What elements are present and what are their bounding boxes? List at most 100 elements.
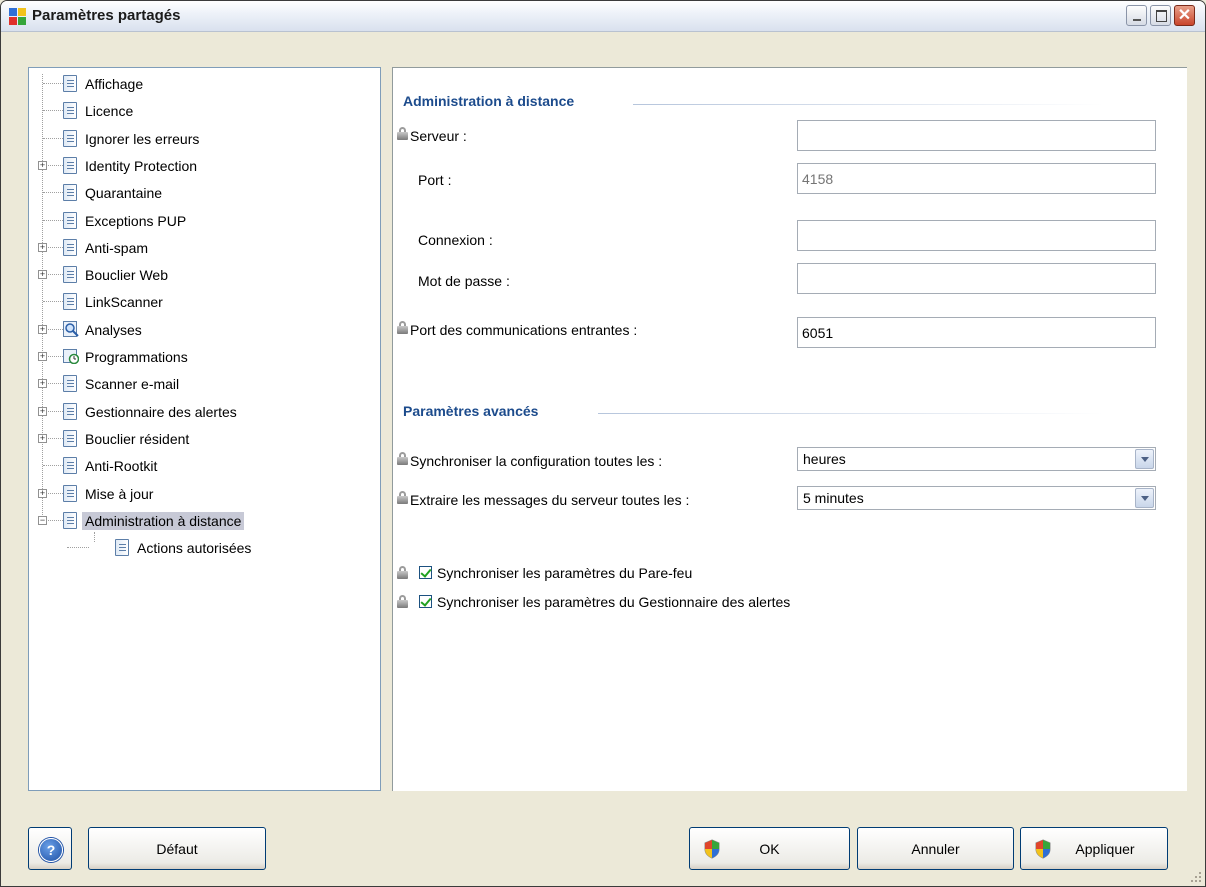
- expand-icon[interactable]: +: [38, 161, 47, 170]
- section-divider: [598, 413, 1103, 414]
- close-icon: ✕: [1177, 7, 1192, 24]
- tree-item[interactable]: Licence: [29, 100, 369, 122]
- apply-button[interactable]: Appliquer: [1020, 827, 1168, 870]
- sync-firewall-label[interactable]: Synchroniser les paramètres du Pare-feu: [437, 565, 692, 581]
- pane-splitter[interactable]: [385, 67, 391, 791]
- tree-item[interactable]: − Administration à distance: [29, 510, 369, 532]
- tree-item[interactable]: + Analyses: [29, 319, 369, 341]
- lock-icon[interactable]: [397, 452, 408, 465]
- minimize-icon: [1133, 19, 1141, 21]
- tree-item[interactable]: Ignorer les erreurs: [29, 128, 369, 150]
- document-icon: [63, 457, 77, 474]
- ok-button[interactable]: OK: [689, 827, 850, 870]
- expand-icon[interactable]: +: [38, 379, 47, 388]
- tree-item[interactable]: + Bouclier Web: [29, 264, 369, 286]
- tree-item[interactable]: LinkScanner: [29, 291, 369, 313]
- apply-button-label: Appliquer: [1075, 841, 1135, 857]
- minimize-button[interactable]: [1126, 5, 1147, 26]
- tree-connector: [43, 301, 63, 302]
- sync-config-label: Synchroniser la configuration toutes les…: [410, 453, 663, 469]
- shared-settings-window: Paramètres partagés ✕ Affichage Licence Ig…: [0, 0, 1206, 887]
- tree-item-label: Scanner e-mail: [85, 376, 180, 392]
- tree-item[interactable]: Quarantaine: [29, 182, 369, 204]
- expand-icon[interactable]: +: [38, 434, 47, 443]
- document-icon: [63, 75, 77, 92]
- tree-item-label: Exceptions PUP: [85, 213, 187, 229]
- expand-icon[interactable]: +: [38, 325, 47, 334]
- document-icon: [63, 184, 77, 201]
- chevron-down-icon[interactable]: [1135, 488, 1154, 508]
- tree-item-label: Gestionnaire des alertes: [85, 404, 237, 420]
- document-icon: [63, 239, 77, 256]
- tree-item-label: LinkScanner: [85, 294, 163, 310]
- tree-item[interactable]: Anti-Rootkit: [29, 455, 369, 477]
- document-icon: [63, 375, 77, 392]
- tree-item-label: Mise à jour: [85, 486, 154, 502]
- document-icon: [63, 130, 77, 147]
- tree-item[interactable]: + Identity Protection: [29, 155, 369, 177]
- tree-item[interactable]: Affichage: [29, 73, 369, 95]
- settings-tree[interactable]: Affichage Licence Ignorer les erreurs + Iden…: [28, 67, 381, 791]
- close-button[interactable]: ✕: [1174, 5, 1195, 26]
- maximize-icon: [1156, 10, 1167, 22]
- default-button-label: Défaut: [156, 841, 198, 857]
- resize-grip-icon[interactable]: [1190, 871, 1202, 883]
- login-input[interactable]: [797, 220, 1156, 251]
- sync-config-dropdown[interactable]: heures: [797, 447, 1156, 471]
- tree-connector: [67, 547, 89, 548]
- incoming-port-label: Port des communications entrantes :: [410, 322, 638, 338]
- cancel-button-label: Annuler: [911, 841, 960, 857]
- lock-icon[interactable]: [397, 491, 408, 504]
- lock-icon[interactable]: [397, 566, 408, 579]
- cancel-button[interactable]: Annuler: [857, 827, 1014, 870]
- sync-firewall-checkbox[interactable]: [419, 566, 432, 579]
- sync-alerts-checkbox[interactable]: [419, 595, 432, 608]
- section-divider: [633, 104, 1103, 105]
- expand-icon[interactable]: +: [38, 243, 47, 252]
- tree-item[interactable]: Exceptions PUP: [29, 210, 369, 232]
- title-bar[interactable]: Paramètres partagés ✕: [1, 1, 1205, 32]
- expand-icon[interactable]: +: [38, 407, 47, 416]
- expand-icon[interactable]: +: [38, 489, 47, 498]
- document-icon: [63, 266, 77, 283]
- tree-item[interactable]: + Bouclier résident: [29, 428, 369, 450]
- lock-icon[interactable]: [397, 595, 408, 608]
- lock-icon[interactable]: [397, 321, 408, 334]
- document-icon: [63, 293, 77, 310]
- tree-item[interactable]: + Mise à jour: [29, 483, 369, 505]
- tree-item[interactable]: + Anti-spam: [29, 237, 369, 259]
- default-button[interactable]: Défaut: [88, 827, 266, 870]
- tree-connector: [43, 192, 63, 193]
- document-icon: [63, 102, 77, 119]
- tree-item[interactable]: + Programmations: [29, 346, 369, 368]
- server-label: Serveur :: [410, 128, 467, 144]
- tree-item[interactable]: + Scanner e-mail: [29, 373, 369, 395]
- lock-icon[interactable]: [397, 127, 408, 140]
- port-input[interactable]: [797, 163, 1156, 194]
- expand-icon[interactable]: +: [38, 352, 47, 361]
- port-label: Port :: [418, 172, 452, 188]
- document-icon: [63, 430, 77, 447]
- sync-alerts-label[interactable]: Synchroniser les paramètres du Gestionna…: [437, 594, 790, 610]
- magnifier-icon: [63, 321, 79, 337]
- fetch-messages-dropdown[interactable]: 5 minutes: [797, 486, 1156, 510]
- collapse-icon[interactable]: −: [38, 516, 47, 525]
- tree-item-label: Quarantaine: [85, 185, 163, 201]
- tree-item-label: Ignorer les erreurs: [85, 131, 200, 147]
- login-label: Connexion :: [418, 232, 493, 248]
- maximize-button[interactable]: [1150, 5, 1171, 26]
- incoming-port-input[interactable]: [797, 317, 1156, 348]
- tree-item[interactable]: Actions autorisées: [29, 537, 369, 559]
- expand-icon[interactable]: +: [38, 270, 47, 279]
- help-button[interactable]: ?: [28, 827, 72, 870]
- server-input[interactable]: [797, 120, 1156, 151]
- avg-logo-icon: [9, 8, 26, 25]
- fetch-messages-value: 5 minutes: [803, 490, 864, 506]
- tree-connector: [43, 220, 63, 221]
- advanced-section-title: Paramètres avancés: [403, 403, 539, 419]
- password-input[interactable]: [797, 263, 1156, 294]
- tree-connector: [43, 138, 63, 139]
- chevron-down-icon[interactable]: [1135, 449, 1154, 469]
- tree-item-label: Administration à distance: [82, 512, 245, 530]
- tree-item[interactable]: + Gestionnaire des alertes: [29, 401, 369, 423]
